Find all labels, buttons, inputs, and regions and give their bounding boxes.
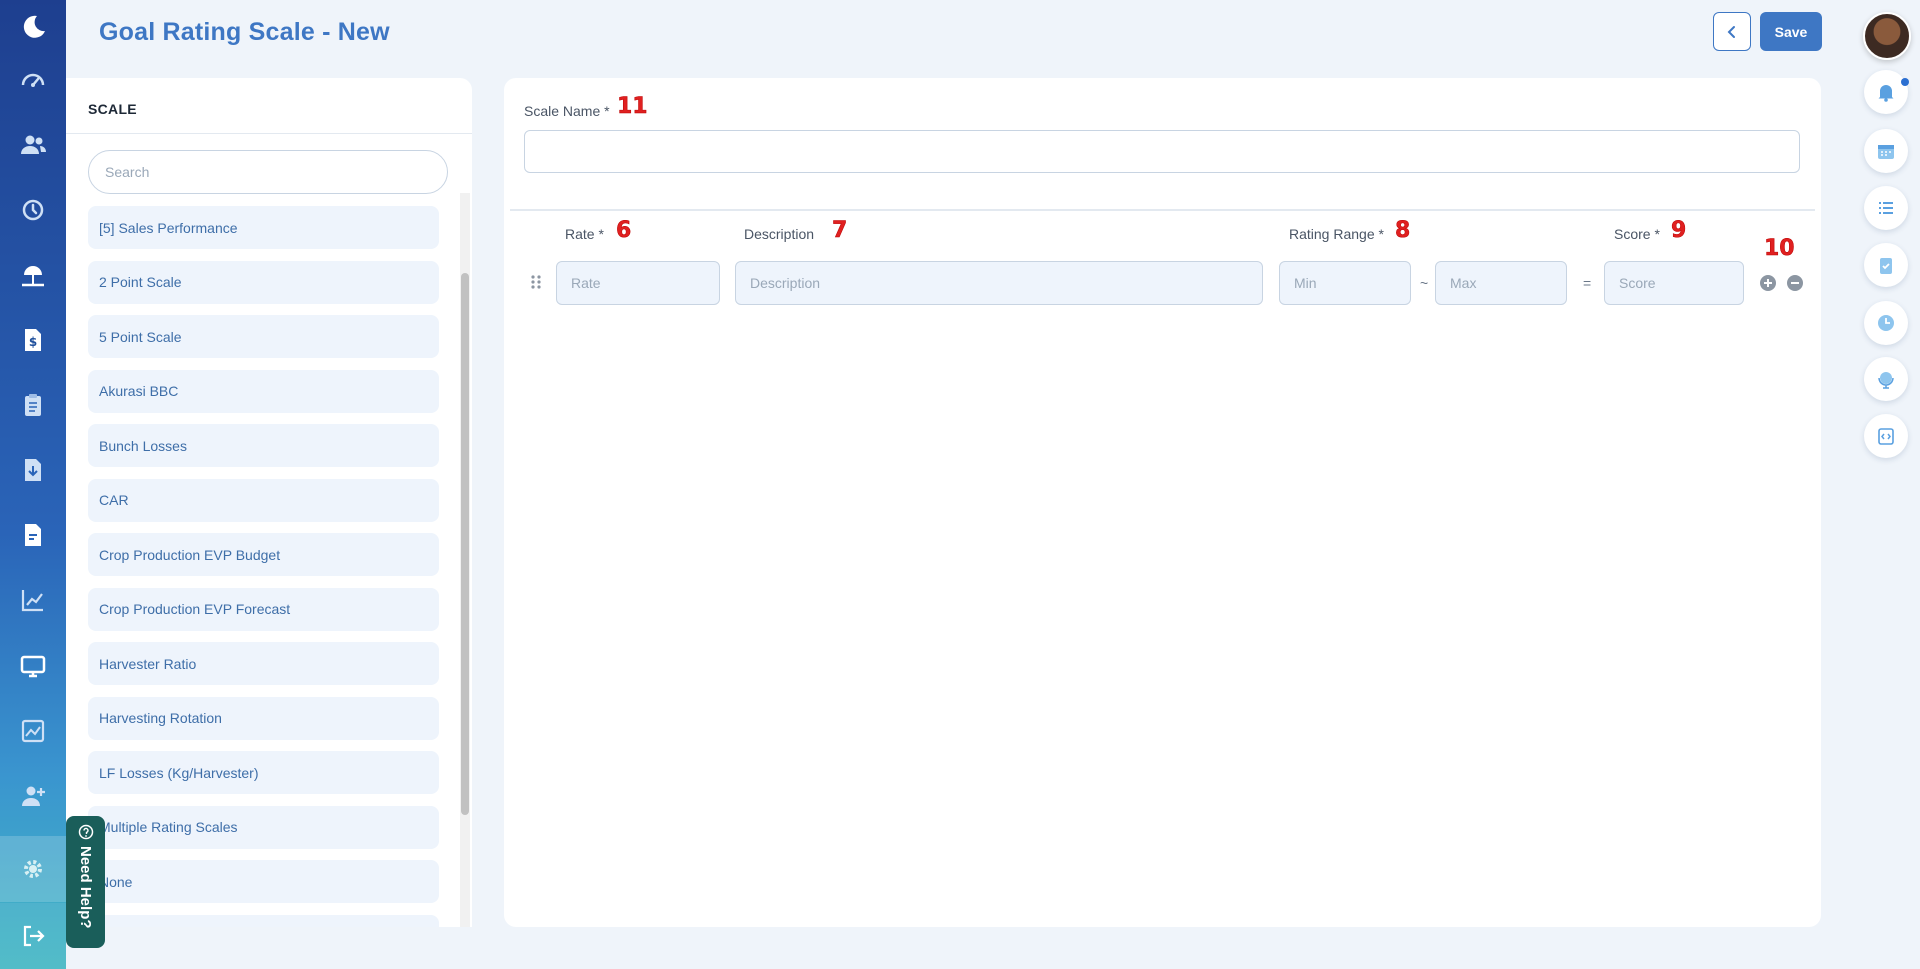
list-item[interactable]: Bunch Losses xyxy=(88,424,439,467)
settings-icon[interactable] xyxy=(0,836,66,902)
need-help-tab[interactable]: Need Help? xyxy=(66,816,105,948)
list-item[interactable]: Akurasi BBC xyxy=(88,369,439,413)
annotation-11: 11 xyxy=(617,94,648,120)
download-icon[interactable] xyxy=(0,443,66,497)
avatar[interactable] xyxy=(1863,12,1911,60)
code-clipboard-icon xyxy=(1878,428,1894,445)
calendar-icon xyxy=(1878,145,1894,159)
scale-form-panel: Scale Name * 11 Rate * 6 Description 7 R… xyxy=(504,78,1821,927)
list-item[interactable]: 2 Point Scale xyxy=(88,260,439,304)
scale-name-input[interactable] xyxy=(524,130,1800,173)
code-button[interactable] xyxy=(1864,414,1908,458)
add-row-button[interactable] xyxy=(1760,275,1776,291)
add-user-icon[interactable] xyxy=(0,769,66,823)
list-scrollbar[interactable] xyxy=(460,193,470,927)
rate-label: Rate * xyxy=(565,226,604,242)
tasks-button[interactable] xyxy=(1864,243,1908,287)
annotation-7: 7 xyxy=(832,218,848,244)
list-button[interactable] xyxy=(1864,186,1908,230)
annotation-6: 6 xyxy=(616,218,632,244)
chevron-left-icon xyxy=(1727,25,1735,38)
page-title: Goal Rating Scale - New xyxy=(99,18,390,46)
globe-icon xyxy=(1878,372,1894,389)
search-input[interactable] xyxy=(88,150,448,194)
moon-logo-icon[interactable] xyxy=(0,0,66,54)
list-item[interactable]: None xyxy=(88,860,439,903)
list-item[interactable]: Crop Production EVP Forecast xyxy=(88,587,439,631)
equals-sign: = xyxy=(1583,275,1592,291)
scrollbar-thumb[interactable] xyxy=(461,273,469,815)
description-label: Description xyxy=(744,226,815,242)
annotation-10: 10 xyxy=(1764,236,1795,262)
back-button[interactable] xyxy=(1713,12,1751,51)
help-circle-icon xyxy=(78,824,93,840)
scale-heading: SCALE xyxy=(88,101,137,117)
clock-button[interactable] xyxy=(1864,301,1908,345)
rate-input[interactable] xyxy=(556,261,720,305)
payroll-icon[interactable]: $ xyxy=(0,313,66,367)
logout-icon[interactable] xyxy=(0,903,66,969)
list-icon xyxy=(1879,202,1893,214)
max-input[interactable] xyxy=(1435,261,1567,305)
document-icon[interactable] xyxy=(0,508,66,562)
calendar-button[interactable] xyxy=(1864,129,1908,173)
rating-range-label: Rating Range * xyxy=(1289,226,1384,242)
list-item[interactable]: 5 Point Scale xyxy=(88,315,439,358)
history-icon[interactable] xyxy=(0,183,66,237)
scale-name-label: Scale Name * xyxy=(524,103,610,119)
list-item[interactable]: Harvesting Rotation xyxy=(88,696,439,740)
description-input[interactable] xyxy=(735,261,1263,305)
dashboard-icon[interactable] xyxy=(0,52,66,106)
clock-icon xyxy=(1878,315,1894,331)
chart-icon[interactable] xyxy=(0,573,66,627)
list-item[interactable]: [5] Sales Performance xyxy=(88,206,439,249)
form-separator xyxy=(510,209,1815,211)
monitor-icon[interactable] xyxy=(0,639,66,693)
score-label: Score * xyxy=(1614,226,1660,242)
range-tilde: ~ xyxy=(1420,275,1429,291)
score-input[interactable] xyxy=(1604,261,1744,305)
need-help-label: Need Help? xyxy=(77,846,94,929)
min-input[interactable] xyxy=(1279,261,1411,305)
svg-text:$: $ xyxy=(29,335,37,349)
analytics-icon[interactable] xyxy=(0,704,66,758)
annotation-9: 9 xyxy=(1671,218,1687,244)
list-item[interactable]: CAR xyxy=(88,478,439,522)
minus-icon xyxy=(1791,282,1799,284)
list-item[interactable]: LF Losses (Kg/Harvester) xyxy=(88,751,439,794)
panel-divider xyxy=(66,133,472,134)
save-button[interactable]: Save xyxy=(1760,12,1822,51)
notification-bell-icon xyxy=(1878,85,1894,102)
annotation-8: 8 xyxy=(1395,218,1411,244)
drag-handle-icon[interactable] xyxy=(530,274,542,290)
clipboard-icon[interactable] xyxy=(0,378,66,432)
list-item[interactable]: Crop Production EVP Budget xyxy=(88,533,439,576)
scale-list: [5] Sales Performance 2 Point Scale 5 Po… xyxy=(88,206,440,927)
notifications-button[interactable] xyxy=(1864,70,1908,114)
users-icon[interactable] xyxy=(0,118,66,172)
list-item[interactable]: Harvester Ratio xyxy=(88,642,439,685)
left-nav: $ xyxy=(0,0,66,969)
notification-dot xyxy=(1901,78,1909,86)
task-check-icon xyxy=(1880,258,1892,274)
scale-list-panel: SCALE [5] Sales Performance 2 Point Scal… xyxy=(66,78,472,927)
remove-row-button[interactable] xyxy=(1787,275,1803,291)
globe-button[interactable] xyxy=(1864,357,1908,401)
list-item[interactable]: Multiple Rating Scales xyxy=(88,805,439,849)
vacation-icon[interactable] xyxy=(0,248,66,302)
list-item[interactable] xyxy=(88,914,439,927)
plus-icon xyxy=(1764,279,1772,287)
